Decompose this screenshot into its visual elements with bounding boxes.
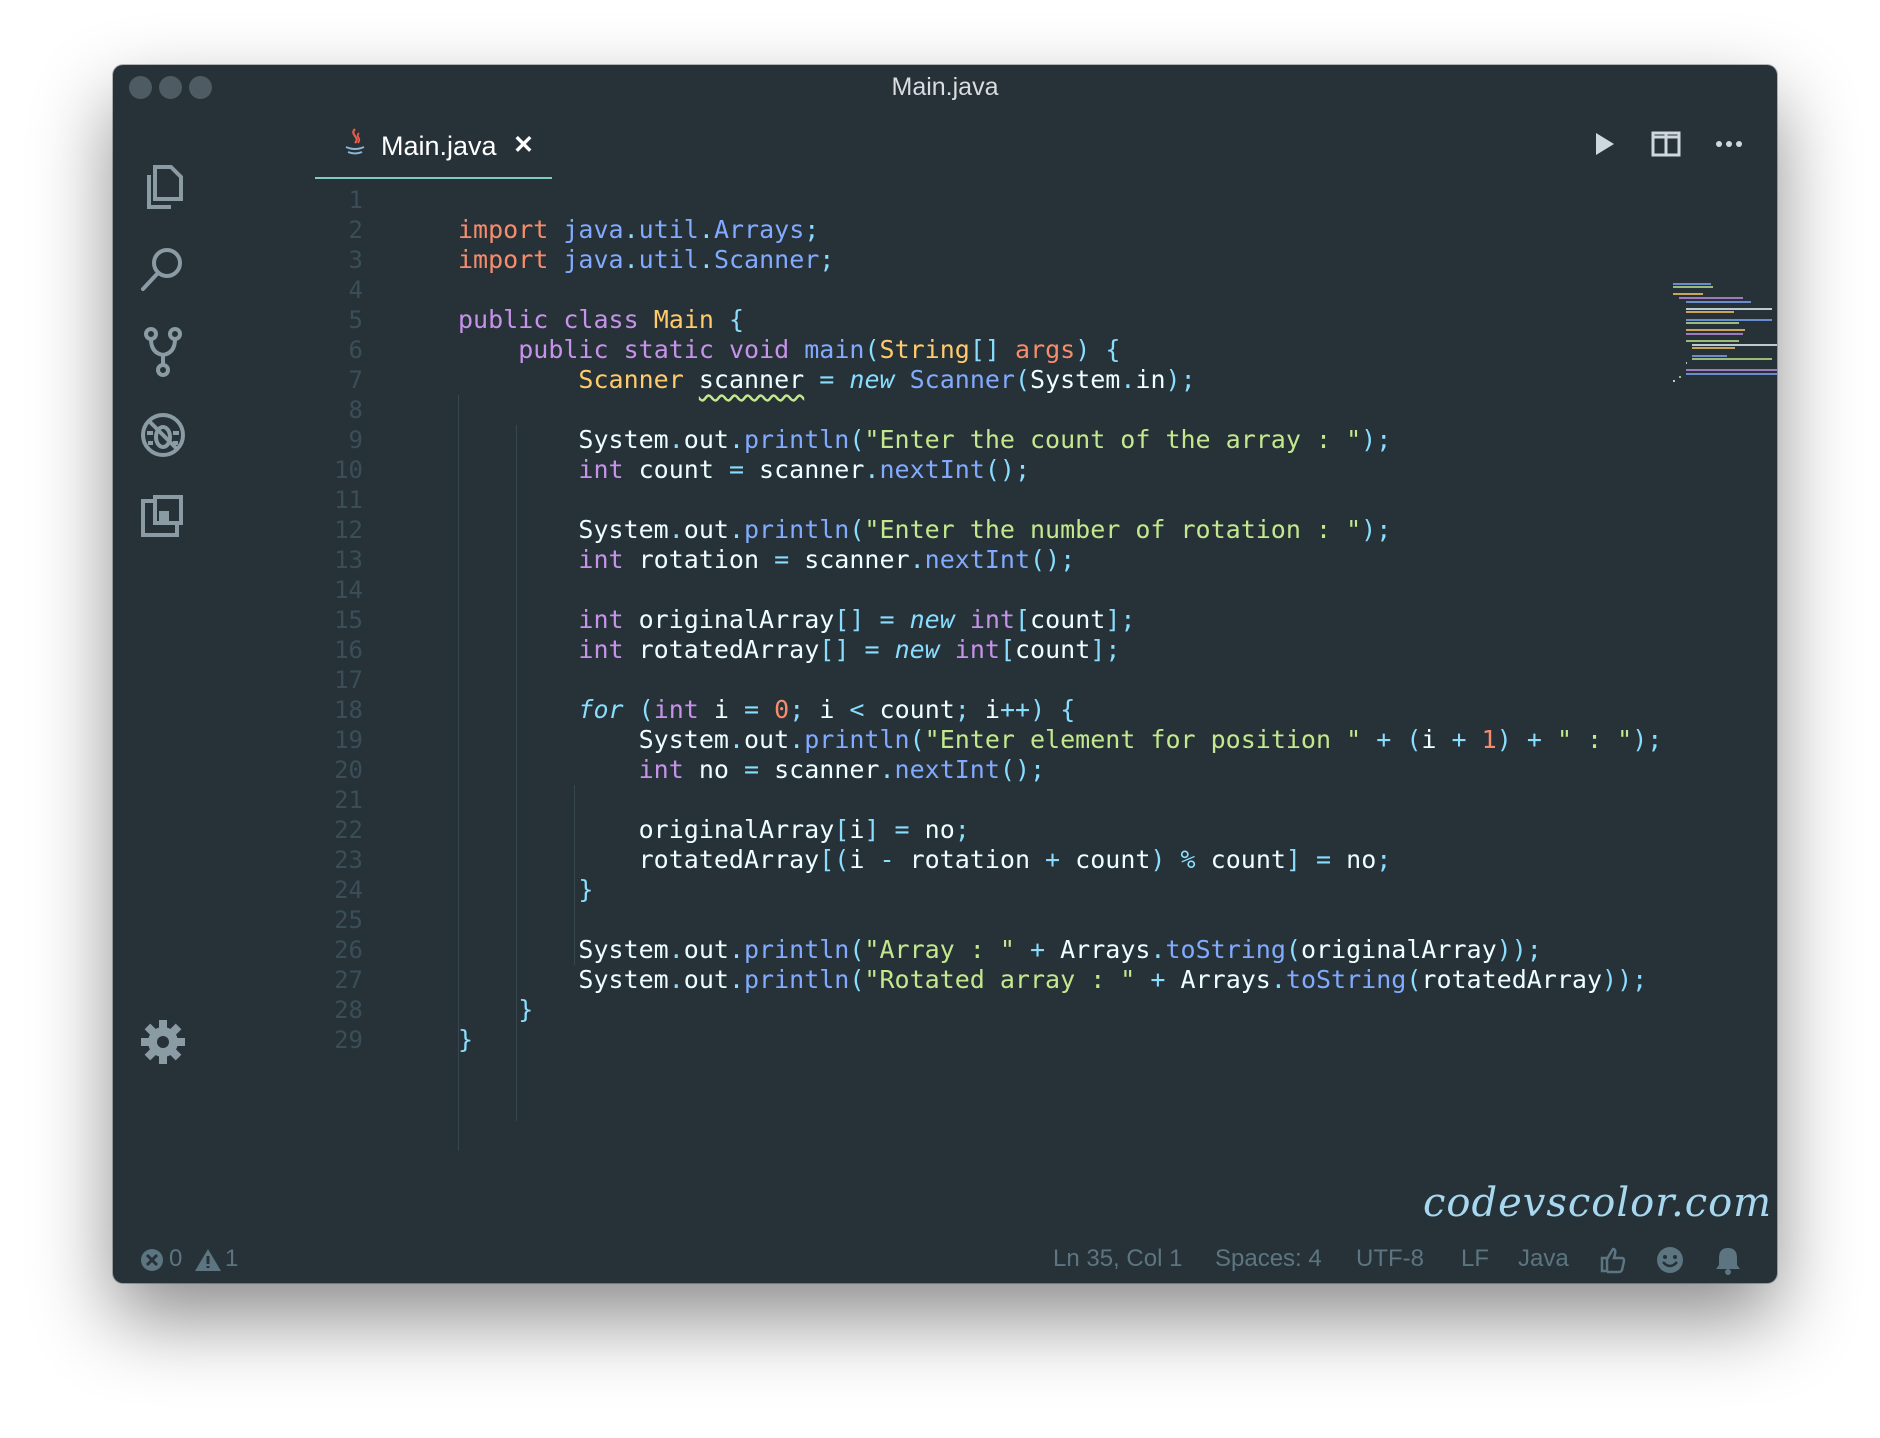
editor-actions [1557,109,1777,179]
code-line[interactable]: int no = scanner.nextInt(); [458,752,1045,788]
editor-window: Main.java Main.java ✕ 1 2 3 4 5 6 7 8 9 … [113,65,1777,1283]
source-control-icon[interactable] [135,324,191,380]
split-editor-icon[interactable] [1649,127,1683,161]
minimap-line [1673,286,1713,289]
settings-gear-icon[interactable] [135,1014,191,1070]
minimap-line [1692,358,1773,361]
code-line[interactable]: System.out.println("Rotated array : " + … [458,962,1647,998]
code-line[interactable]: } [458,872,593,908]
minimap-line [1692,354,1728,357]
end-of-line[interactable]: LF [1461,1235,1489,1283]
tab-label: Main.java [381,131,497,161]
minimap-line [1685,361,1688,364]
tab-close-icon[interactable]: ✕ [513,109,534,181]
minimap-line [1692,343,1777,346]
minimap-line [1679,297,1744,299]
error-count[interactable]: 0 [169,1235,182,1283]
extensions-icon[interactable] [135,489,191,545]
minimap-line [1692,347,1736,350]
code-line[interactable]: } [458,1022,473,1058]
thumbs-up-icon[interactable] [1597,1245,1627,1275]
minimap-line [1685,322,1739,325]
code-editor[interactable]: 1 2 3 4 5 6 7 8 9 10 11 12 13 14 15 16 17 18 19 20 21 22 23 24 2… [213,179,1777,1179]
minimap-line [1685,340,1739,343]
error-icon[interactable] [137,1245,167,1275]
code-line[interactable]: int rotation = scanner.nextInt(); [458,542,1075,578]
window-title: Main.java [891,73,999,101]
tab-bar: Main.java ✕ [213,109,1777,179]
bell-icon[interactable] [1713,1245,1743,1275]
minimap-line [1685,318,1773,321]
search-icon[interactable] [135,241,191,297]
activity-bar [113,109,213,1233]
minimap-line [1685,307,1773,310]
code-line[interactable]: Scanner scanner = new Scanner(System.in)… [458,362,1195,398]
indentation[interactable]: Spaces: 4 [1215,1235,1322,1283]
run-icon[interactable] [1587,127,1621,161]
minimap-line [1673,293,1704,296]
language-mode[interactable]: Java [1518,1235,1569,1283]
status-bar: 0 1 Ln 35, Col 1 Spaces: 4 UTF-8 LF Java [113,1235,1777,1283]
title-bar: Main.java [113,65,1777,109]
encoding[interactable]: UTF-8 [1356,1235,1424,1283]
minimap-line [1685,372,1777,375]
minimap-line [1673,379,1675,382]
warning-count[interactable]: 1 [225,1235,238,1283]
more-icon[interactable] [1712,127,1746,161]
watermark: codevscolor.com [1423,1180,1773,1226]
code-line[interactable]: int rotatedArray[] = new int[count]; [458,632,1120,668]
code-line[interactable]: rotatedArray[(i - rotation + count) % co… [458,842,1392,878]
minimap-line [1685,311,1734,314]
minimap-line [1685,333,1744,335]
java-icon [343,127,367,157]
code-line[interactable]: int count = scanner.nextInt(); [458,452,1030,488]
explorer-icon[interactable] [135,159,191,215]
tab-main-java[interactable]: Main.java ✕ [315,109,552,179]
line-number: 29 [334,1026,363,1054]
warning-icon[interactable] [193,1245,223,1275]
smiley-icon[interactable] [1655,1245,1685,1275]
debug-icon[interactable] [135,407,191,463]
minimap-line [1685,369,1777,371]
code-line[interactable]: import java.util.Scanner; [458,242,834,278]
minimap[interactable] [1673,279,1777,389]
minimap-line [1685,300,1752,303]
cursor-position[interactable]: Ln 35, Col 1 [1053,1235,1182,1283]
minimap-line [1679,376,1681,379]
minimap-line [1673,282,1712,285]
minimap-line [1685,329,1745,332]
